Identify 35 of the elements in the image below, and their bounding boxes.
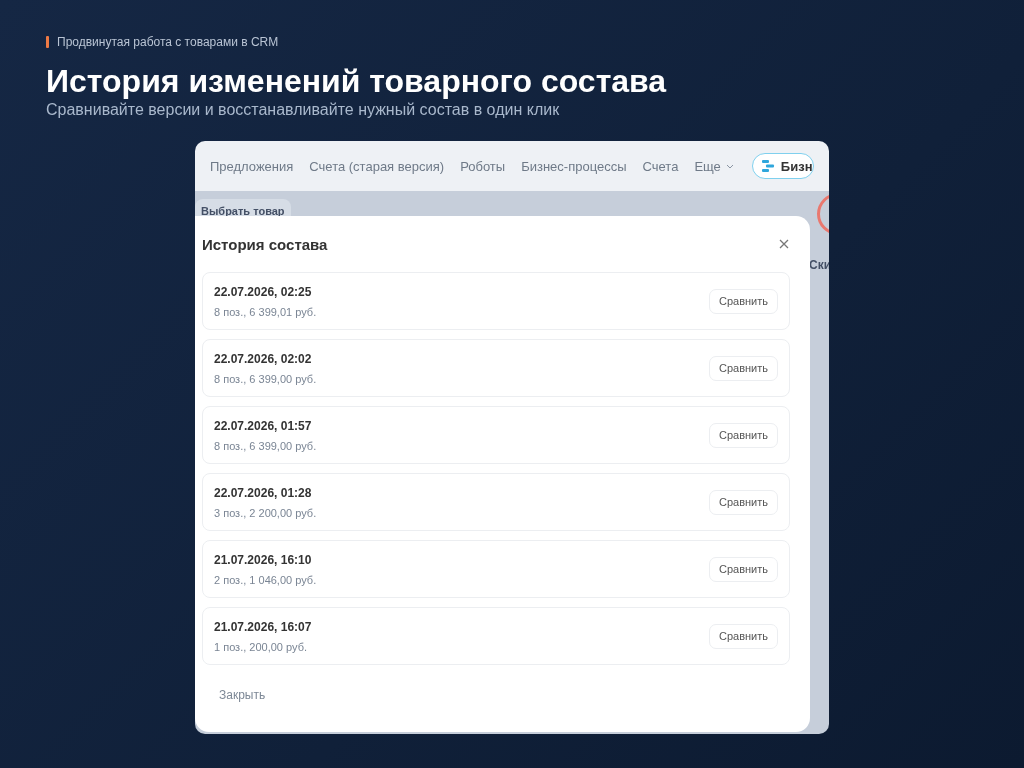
nav-link[interactable]: Счета [642, 158, 679, 174]
version-date: 22.07.2026, 01:57 [214, 418, 313, 433]
slide-subtitle: Сравнивайте версии и восстанавливайте нужный состав в один клик [46, 100, 561, 120]
version-summary: 1 поз., 200,00 руб. [214, 640, 308, 653]
nav-link[interactable]: Счета (старая версия) [309, 158, 445, 174]
close-link[interactable]: Закрыть [217, 686, 268, 704]
version-summary: 2 поз., 1 046,00 руб. [214, 573, 317, 586]
nav-link[interactable]: Предложения [210, 158, 294, 174]
close-button[interactable] [777, 237, 791, 251]
version-summary: 8 поз., 6 399,00 руб. [214, 372, 317, 385]
more-menu[interactable]: Еще [694, 158, 734, 174]
caret-icon [725, 163, 734, 169]
slide-kicker: Продвинутая работа с товарами в CRM [57, 35, 279, 49]
version-summary: 8 поз., 6 399,01 руб. [214, 305, 317, 318]
version-date: 22.07.2026, 02:02 [214, 351, 313, 366]
version-date: 21.07.2026, 16:07 [214, 619, 312, 634]
compare-button[interactable]: Сравнить [709, 355, 778, 381]
compare-button[interactable]: Сравнить [709, 489, 778, 515]
dialog-title: История состава [202, 235, 328, 253]
compare-button[interactable]: Сравнить [709, 556, 778, 582]
accent-mark [46, 36, 49, 48]
slide-title: История изменений товарного состава [46, 62, 668, 100]
diagram-icon [760, 159, 775, 173]
version-date: 21.07.2026, 16:10 [214, 552, 313, 567]
process-button[interactable]: Бизн [751, 153, 814, 179]
compare-button[interactable]: Сравнить [709, 623, 778, 649]
version-summary: 8 поз., 6 399,00 руб. [214, 439, 317, 452]
close-icon [779, 239, 789, 249]
version-summary: 3 поз., 2 200,00 руб. [214, 506, 317, 519]
nav-link[interactable]: Бизнес-процессы [521, 158, 627, 174]
nav-link[interactable]: Роботы [460, 158, 506, 174]
version-date: 22.07.2026, 01:28 [214, 485, 313, 500]
version-date: 22.07.2026, 02:25 [214, 284, 313, 299]
compare-button[interactable]: Сравнить [709, 422, 778, 448]
compare-button[interactable]: Сравнить [709, 288, 778, 314]
